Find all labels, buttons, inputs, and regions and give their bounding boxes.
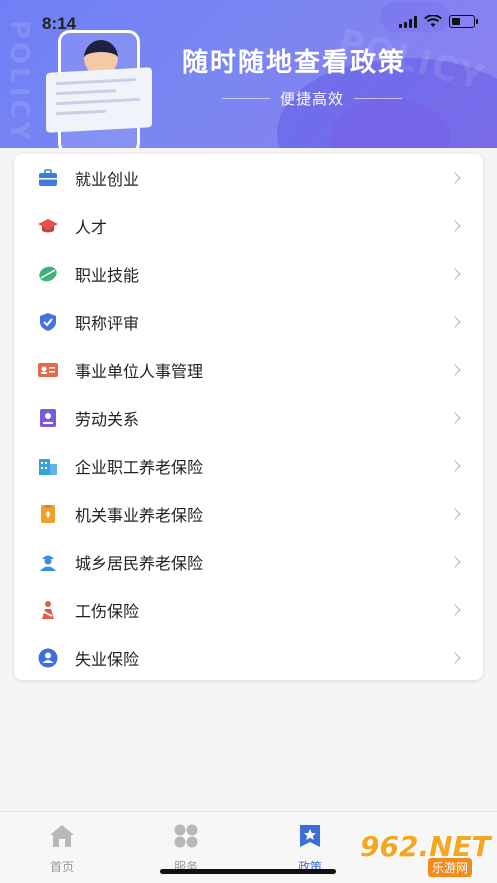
status-time: 8:14 [42,14,77,33]
banner-subtitle: 便捷高效 [280,90,345,108]
menu-item-injury-insurance[interactable]: 工伤保险 [14,586,483,634]
chevron-right-icon [449,316,461,328]
menu-item-title-review[interactable]: 职称评审 [14,298,483,346]
farmer-icon [40,555,56,571]
menu-item-employment[interactable]: 就业创业 [14,154,483,202]
divider-line [222,98,270,99]
policy-category-list: 就业创业 人才 职业技能 职称评审 事业单位人事管理 劳动关系 企业职工养老保险… [14,154,483,680]
watermark-logo-subtext: 乐游网 [428,858,473,877]
badge-icon [41,505,55,523]
chevron-right-icon [449,364,461,376]
tab-policy[interactable]: 政策 [265,822,355,875]
services-icon [174,824,198,848]
menu-item-institution-hr[interactable]: 事业单位人事管理 [14,346,483,394]
graduation-cap-icon [38,219,58,233]
contract-icon [40,409,56,427]
id-card-icon [38,363,58,377]
menu-item-vocational-skills[interactable]: 职业技能 [14,250,483,298]
banner-watermark-left: POLICY [4,20,34,144]
wifi-icon [424,15,442,27]
briefcase-icon [39,169,57,186]
chevron-right-icon [449,268,461,280]
skill-icon [39,266,57,282]
person-circle-icon [38,648,58,668]
menu-item-label: 职称评审 [75,314,140,333]
menu-item-label: 人才 [75,218,108,237]
divider-line [354,98,403,99]
chevron-right-icon [449,412,461,424]
banner-subtitle-row: 便捷高效 [222,88,403,109]
chevron-right-icon [449,172,461,184]
tab-home[interactable]: 首页 [17,822,107,875]
menu-item-label: 劳动关系 [75,410,140,429]
chevron-right-icon [449,652,461,664]
home-indicator[interactable] [160,869,336,874]
policy-icon [300,825,320,847]
menu-item-agency-pension[interactable]: 机关事业养老保险 [14,490,483,538]
chevron-right-icon [449,220,461,232]
menu-item-label: 职业技能 [75,266,140,285]
menu-item-talent[interactable]: 人才 [14,202,483,250]
menu-item-label: 机关事业养老保险 [75,506,204,525]
signal-icon [399,15,417,28]
chevron-right-icon [449,604,461,616]
tab-label: 首页 [49,860,74,874]
injury-icon [42,601,54,619]
newspaper-illustration [46,67,152,133]
menu-item-label: 城乡居民养老保险 [75,554,204,573]
tab-services[interactable]: 服务 [141,822,231,875]
menu-item-resident-pension[interactable]: 城乡居民养老保险 [14,538,483,586]
menu-item-unemployment-insurance[interactable]: 失业保险 [14,634,483,682]
menu-item-labor-relations[interactable]: 劳动关系 [14,394,483,442]
chevron-right-icon [449,508,461,520]
shield-check-icon [40,313,56,331]
chevron-right-icon [449,460,461,472]
building-icon [39,459,57,475]
menu-item-label: 失业保险 [75,650,140,669]
chevron-right-icon [449,556,461,568]
banner-title: 随时随地查看政策 [182,48,407,78]
menu-item-label: 事业单位人事管理 [75,362,204,381]
menu-item-label: 企业职工养老保险 [75,458,204,477]
home-icon [50,825,74,847]
menu-item-label: 就业创业 [75,170,140,189]
menu-item-label: 工伤保险 [75,602,140,621]
menu-item-enterprise-pension[interactable]: 企业职工养老保险 [14,442,483,490]
status-icons [399,15,478,28]
site-watermark-logo: 962.NET 乐游网 [356,830,491,878]
battery-icon [449,15,478,28]
